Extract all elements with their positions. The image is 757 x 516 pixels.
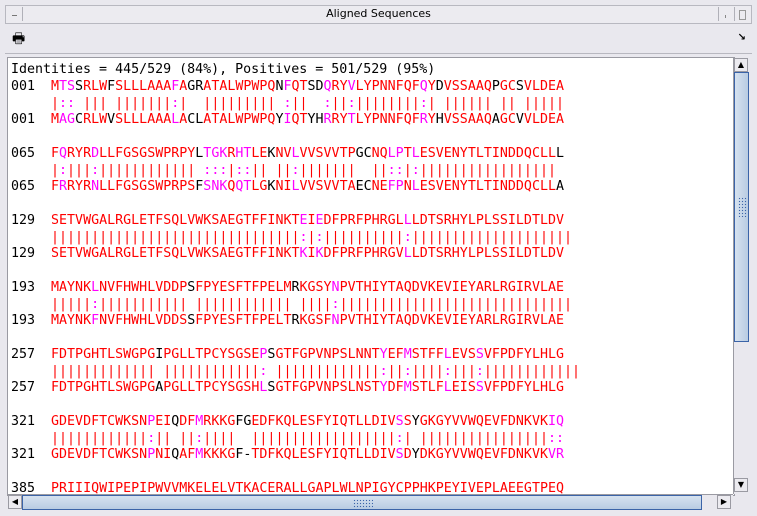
subject-sequence-text: FRRYRNLLFGSGSWPRPSFSNKQQTLGKNILVVSVVTAEC… [51,179,564,195]
subject-sequence: 001 MAGCRLWVSLLLAAALACLATALWPWPQYIQTYHRRY… [11,112,580,129]
query-sequence-text: FQRYRDLLFGSGSWPRPYLTGKRHTLEKNVLVVSVVTPGC… [51,145,564,161]
title-bar: Aligned Sequences [5,5,752,24]
query-sequence: 129 SETVWGALRGLETFSQLVWKSAEGTFFINKTEIEDFP… [11,213,580,230]
horizontal-scrollbar[interactable]: ◀ ▶ [8,494,733,510]
subject-sequence-text: MAYNKFNVFHWHLVDDSSFPYESFTFPELTRKGSFNPVTH… [51,313,564,329]
horizontal-scroll-thumb[interactable] [22,495,702,510]
match-line-text: |:: ||| |||||||:| ||||||||| :|| :||:||||… [51,95,564,111]
subject-sequence: 193 MAYNKFNVFHWHLVDDSSFPYESFTFPELTRKGSFNP… [11,313,580,330]
vertical-scroll-thumb[interactable] [734,72,749,342]
subject-sequence: 065 FRRYRNLLFGSGSWPRPSFSNKQQTLGKNILVVSVVT… [11,179,580,196]
match-line: |:|||:|||||||||||| :::|::|| ||:||||||| |… [11,163,580,180]
position-number: 129 [11,212,36,228]
scroll-up-arrow-icon[interactable]: ▲ [734,58,748,72]
toolbar-divider [5,53,752,54]
subject-sequence-text: SETVWGALRGLETFSQLVWKSAEGTFFINKTKIKDFPRFP… [51,246,564,262]
position-number: 321 [11,447,36,463]
position-number: 129 [11,246,36,262]
minimize-button[interactable] [718,7,733,21]
grip-icon [738,197,747,217]
maximize-button[interactable] [734,7,749,21]
match-line: |:: ||| |||||||:| ||||||||| :|| :||:||||… [11,96,580,113]
position-number: 065 [11,179,36,195]
query-sequence: 001 MTSSRLWFSLLLAAAFAGRATALWPWPQNFQTSDQRY… [11,79,580,96]
position-number: 193 [11,279,36,295]
printer-icon[interactable]: 🖶 [12,32,25,46]
position-number: 001 [11,78,36,94]
alignment-text-area[interactable]: Identities = 445/529 (84%), Positives = … [7,57,735,496]
query-sequence: 193 MAYNKLNVFHWHLVDDPSFPYESFTFPELMRKGSYNP… [11,280,580,297]
position-number: 001 [11,112,36,128]
subject-sequence-text: FDTPGHTLSWGPGAPGLLTPCYSGSHLSGTFGPVNPSLNS… [51,380,564,396]
match-line: ||||||||||||:|| ||:|||| ||||||||||||||||… [11,431,580,448]
match-line-text: |||||:||||||||||| |||||||||||| ||||:||||… [51,296,573,312]
window-title: Aligned Sequences [326,7,431,20]
subject-sequence-text: MAGCRLWVSLLLAAALACLATALWPWPQYIQTYHRRYTLY… [51,112,564,128]
match-line: |||||:||||||||||| |||||||||||| ||||:||||… [11,297,580,314]
position-number: 257 [11,346,36,362]
arrow-down-right-icon[interactable]: ↘ [738,33,746,43]
alignment-summary: Identities = 445/529 (84%), Positives = … [11,62,436,77]
subject-sequence-text: GDEVDFTCWKSNPNIQAFMKKKGF-TDFKQLESFYIQTLL… [51,447,564,463]
query-sequence-text: MTSSRLWFSLLLAAAFAGRATALWPWPQNFQTSDQRYVLY… [51,78,564,94]
query-sequence: 065 FQRYRDLLFGSGSWPRPYLTGKRHTLEKNVLVVSVVT… [11,146,580,163]
scroll-right-arrow-icon[interactable]: ▶ [717,495,731,509]
position-number: 065 [11,145,36,161]
query-sequence-text: MAYNKLNVFHWHLVDDPSFPYESFTFPELMRKGSYNPVTH… [51,279,564,295]
subject-sequence: 257 FDTPGHTLSWGPGAPGLLTPCYSGSHLSGTFGPVNPS… [11,380,580,397]
match-line: ||||||||||||| ||||||||||||: ||||||||||||… [11,364,580,381]
position-number: 321 [11,413,36,429]
scroll-down-arrow-icon[interactable]: ▼ [734,478,748,492]
position-number: 193 [11,313,36,329]
match-line-text: |:|||:|||||||||||| :::|::|| ||:||||||| |… [51,162,556,178]
query-sequence-text: SETVWGALRGLETFSQLVWKSAEGTFFINKTEIEDFPRFP… [51,212,564,228]
match-line-text: ||||||||||||| ||||||||||||: ||||||||||||… [51,363,581,379]
query-sequence-text: FDTPGHTLSWGPGIPGLLTPCYSGSEPSGTFGPVNPSLNN… [51,346,564,362]
toolbar: 🖶 ↘ [5,27,752,53]
match-line-text: |||||||||||||||||||||||||||||||:|:||||||… [51,229,573,245]
query-sequence: 321 GDEVDFTCWKSNPEIQDFMRKKGFGEDFKQLESFYIQ… [11,414,580,431]
match-line-text: ||||||||||||:|| ||:|||| ||||||||||||||||… [51,430,564,446]
query-sequence-text: GDEVDFTCWKSNPEIQDFMRKKGFGEDFKQLESFYIQTLL… [51,413,564,429]
subject-sequence: 321 GDEVDFTCWKSNPNIQAFMKKKGF-TDFKQLESFYIQ… [11,447,580,464]
match-line: |||||||||||||||||||||||||||||||:|:||||||… [11,230,580,247]
subject-sequence: 129 SETVWGALRGLETFSQLVWKSAEGTFFINKTKIKDFP… [11,246,580,263]
vertical-scrollbar[interactable]: ▲ ▼ [733,58,749,494]
grip-icon [353,499,373,508]
scroll-left-arrow-icon[interactable]: ◀ [8,495,22,509]
position-number: 257 [11,380,36,396]
query-sequence: 257 FDTPGHTLSWGPGIPGLLTPCYSGSEPSGTFGPVNPS… [11,347,580,364]
